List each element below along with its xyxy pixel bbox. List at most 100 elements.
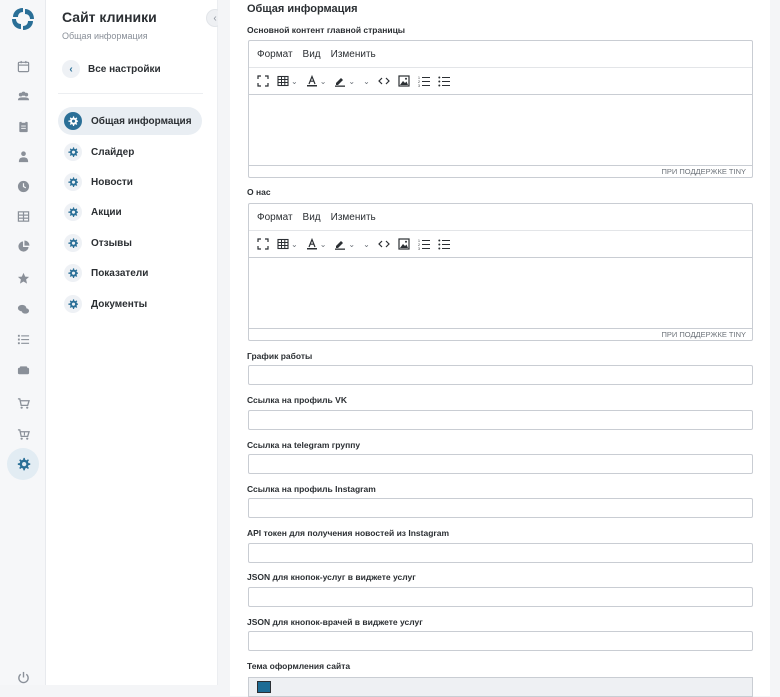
color-swatch[interactable] (257, 681, 271, 693)
chevron-down-icon: ⌄ (319, 76, 327, 86)
editor-content-area[interactable] (249, 95, 752, 165)
menu-edit[interactable]: Изменить (331, 49, 376, 60)
wallet-icon[interactable] (14, 361, 32, 379)
sidebar-item-news[interactable]: Новости (58, 168, 202, 196)
chevron-down-icon[interactable]: ⌄ (363, 240, 370, 249)
bullet-list-icon[interactable] (438, 238, 450, 250)
section-title: Общая информация (247, 3, 358, 15)
gear-icon (64, 264, 82, 282)
field-label: Ссылка на telegram группу (247, 440, 361, 450)
table-insert-icon[interactable]: ⌄ (277, 238, 298, 250)
sidebar-item-label: Показатели (91, 267, 149, 279)
sidebar-item-reviews[interactable]: Отзывы (58, 229, 202, 257)
gear-icon (64, 112, 82, 130)
highlight-color-icon[interactable]: ⌄ (334, 75, 355, 87)
menu-format[interactable]: Формат (257, 212, 293, 223)
sidebar-subtitle: Общая информация (62, 31, 148, 41)
editor-menubar: Формат Вид Изменить (249, 41, 752, 68)
menu-view[interactable]: Вид (303, 212, 321, 223)
sidebar-item-general-info[interactable]: Общая информация (58, 107, 202, 135)
icon-rail (0, 0, 46, 685)
chevron-down-icon: ⌄ (319, 239, 327, 249)
fullscreen-icon[interactable] (257, 238, 269, 250)
telegram-group-input[interactable] (248, 454, 753, 474)
cart-icon[interactable] (14, 394, 32, 412)
code-icon[interactable] (377, 75, 390, 87)
calendar-icon[interactable] (14, 57, 32, 75)
main-content: Общая информация Основной контент главно… (218, 0, 780, 697)
divider (58, 93, 203, 94)
settings-sidebar: Сайт клиники Общая информация ‹ ‹ Все на… (46, 0, 224, 685)
about-editor[interactable]: Формат Вид Изменить ⌄ ⌄ ⌄ ⌄ 123 ПРИ ПОДД… (248, 203, 753, 341)
list-icon[interactable] (14, 330, 32, 348)
clipboard-icon[interactable] (14, 117, 32, 135)
power-icon[interactable] (14, 668, 32, 686)
clock-icon[interactable] (14, 177, 32, 195)
gear-icon (64, 203, 82, 221)
services-buttons-json-input[interactable] (248, 587, 753, 607)
field-label: API токен для получения новостей из Inst… (247, 528, 449, 538)
field-label: JSON для кнопок-услуг в виджете услуг (247, 572, 416, 582)
doctor-icon[interactable] (14, 147, 32, 165)
menu-view[interactable]: Вид (303, 49, 321, 60)
sidebar-item-label: Акции (91, 206, 122, 218)
instagram-profile-input[interactable] (248, 498, 753, 518)
sidebar-item-promotions[interactable]: Акции (58, 198, 202, 226)
doctors-buttons-json-input[interactable] (248, 631, 753, 651)
editor-toolbar: ⌄ ⌄ ⌄ ⌄ 123 (249, 231, 752, 258)
sidebar-item-slider[interactable]: Слайдер (58, 138, 202, 166)
chat-icon[interactable] (14, 300, 32, 318)
sidebar-item-indicators[interactable]: Показатели (58, 259, 202, 287)
menu-edit[interactable]: Изменить (331, 212, 376, 223)
sidebar-item-label: Общая информация (91, 115, 192, 127)
editor-content-area[interactable] (249, 258, 752, 328)
image-icon[interactable] (398, 75, 410, 87)
gear-icon[interactable] (7, 448, 39, 480)
chevron-down-icon[interactable]: ⌄ (363, 77, 370, 86)
sidebar-item-label: Новости (91, 176, 133, 188)
fullscreen-icon[interactable] (257, 75, 269, 87)
table-icon[interactable] (14, 207, 32, 225)
chevron-down-icon: ⌄ (348, 76, 356, 86)
chevron-left-icon: ‹ (62, 60, 80, 78)
image-icon[interactable] (398, 238, 410, 250)
instagram-api-token-input[interactable] (248, 543, 753, 563)
code-icon[interactable] (377, 238, 390, 250)
field-label: Ссылка на профиль VK (247, 395, 347, 405)
field-label: Тема оформления сайта (247, 661, 351, 671)
editor-menubar: Формат Вид Изменить (249, 204, 752, 231)
numbered-list-icon[interactable]: 123 (418, 238, 430, 250)
main-content-editor[interactable]: Формат Вид Изменить ⌄ ⌄ ⌄ ⌄ 123 ПРИ ПОДД… (248, 40, 753, 178)
sidebar-item-label: Слайдер (91, 146, 135, 158)
bullet-list-icon[interactable] (438, 75, 450, 87)
gear-icon (64, 234, 82, 252)
gear-icon (64, 143, 82, 161)
star-icon[interactable] (14, 269, 32, 287)
text-color-icon[interactable]: ⌄ (306, 238, 327, 250)
field-label: Ссылка на профиль Instagram (247, 484, 376, 494)
editor-status-bar[interactable]: ПРИ ПОДДЕРЖКЕ TINY (249, 328, 752, 340)
table-insert-icon[interactable]: ⌄ (277, 75, 298, 87)
chevron-down-icon: ⌄ (291, 239, 298, 249)
gear-icon (64, 295, 82, 313)
editor-status-bar[interactable]: ПРИ ПОДДЕРЖКЕ TINY (249, 165, 752, 177)
work-schedule-input[interactable] (248, 365, 753, 385)
menu-format[interactable]: Формат (257, 49, 293, 60)
clinic-logo-icon[interactable] (10, 6, 36, 32)
field-label: JSON для кнопок-врачей в виджете услуг (247, 617, 423, 627)
text-color-icon[interactable]: ⌄ (306, 75, 327, 87)
vk-profile-input[interactable] (248, 410, 753, 430)
theme-color-picker[interactable] (248, 677, 753, 697)
sidebar-item-documents[interactable]: Документы (58, 290, 202, 318)
users-icon[interactable] (14, 87, 32, 105)
field-label: График работы (247, 351, 313, 361)
cart-plus-icon[interactable] (14, 425, 32, 443)
pie-chart-icon[interactable] (14, 237, 32, 255)
settings-form: Общая информация Основной контент главно… (230, 0, 770, 697)
chevron-down-icon: ⌄ (348, 239, 356, 249)
highlight-color-icon[interactable]: ⌄ (334, 238, 355, 250)
numbered-list-icon[interactable]: 123 (418, 75, 430, 87)
sidebar-title: Сайт клиники (62, 9, 157, 25)
back-label: Все настройки (88, 63, 161, 75)
back-to-all-settings-button[interactable]: ‹ Все настройки (62, 57, 161, 81)
